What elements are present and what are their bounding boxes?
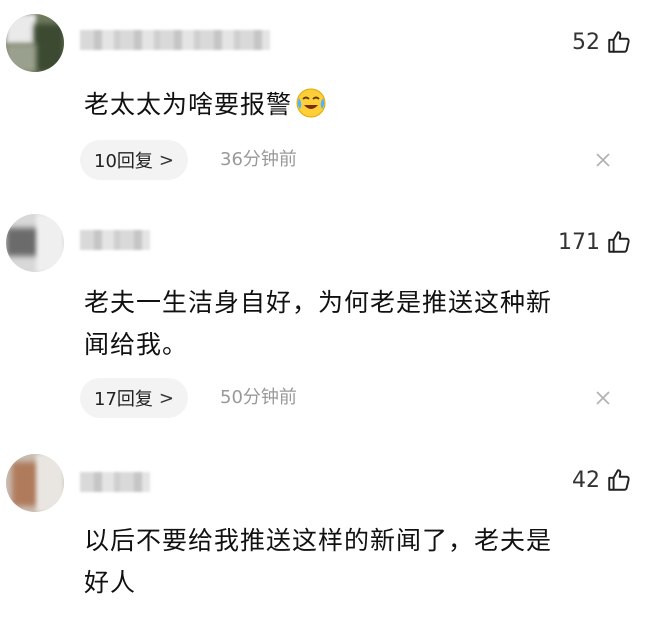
comment-time: 36分钟前 bbox=[220, 149, 297, 170]
like-button[interactable]: 42 bbox=[572, 464, 632, 496]
avatar[interactable] bbox=[6, 14, 64, 72]
comment-text: 老夫一生洁身自好，为何老是推送这种新 闻给我。 bbox=[84, 288, 553, 359]
username-blurred[interactable] bbox=[80, 30, 270, 50]
username-blurred[interactable] bbox=[80, 230, 150, 250]
like-button[interactable]: 52 bbox=[572, 26, 632, 58]
comment-text: 老太太为啥要报警 bbox=[84, 84, 624, 126]
thumb-up-icon bbox=[608, 231, 630, 253]
like-count: 171 bbox=[558, 229, 600, 255]
comment-text: 以后不要给我推送这样的新闻了，老夫是 好人 bbox=[84, 526, 553, 597]
chevron-right-icon: > bbox=[158, 149, 174, 171]
like-button[interactable]: 171 bbox=[558, 226, 632, 258]
avatar[interactable] bbox=[6, 214, 64, 272]
reply-count-button[interactable]: 10回复 > bbox=[80, 140, 188, 180]
like-count: 52 bbox=[572, 29, 600, 55]
close-icon[interactable] bbox=[594, 389, 612, 407]
like-count: 42 bbox=[572, 467, 600, 493]
thumb-up-icon bbox=[608, 469, 630, 491]
thumb-up-icon bbox=[608, 31, 630, 53]
reply-count-button[interactable]: 17回复 > bbox=[80, 378, 188, 418]
close-icon[interactable] bbox=[594, 151, 612, 169]
username-blurred[interactable] bbox=[80, 472, 150, 492]
avatar[interactable] bbox=[6, 454, 64, 512]
chevron-right-icon: > bbox=[158, 387, 174, 409]
crying-laughing-emoji-icon bbox=[296, 88, 326, 118]
comment-time: 50分钟前 bbox=[220, 387, 297, 408]
